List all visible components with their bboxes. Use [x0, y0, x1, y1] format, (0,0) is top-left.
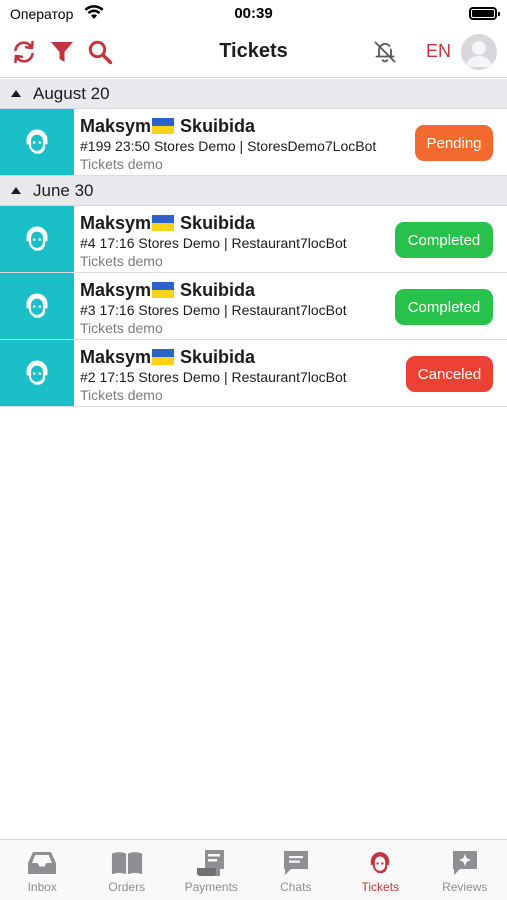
collapse-triangle-icon — [11, 187, 21, 194]
section-title: August 20 — [33, 83, 110, 103]
tab-label: Payments — [184, 880, 238, 894]
tab-chats[interactable]: Chats — [254, 840, 339, 900]
tab-bar: Inbox Orders Payments Chats Tickets Revi… — [0, 839, 507, 900]
language-selector[interactable]: EN — [426, 41, 451, 62]
status-time: 00:39 — [234, 5, 273, 22]
customer-first-name: Maksym — [80, 116, 152, 136]
status-badge[interactable]: Completed — [395, 289, 493, 325]
customer-first-name: Maksym — [80, 213, 152, 233]
tab-label: Tickets — [361, 880, 400, 894]
user-avatar-icon — [466, 41, 492, 67]
ticket-row[interactable]: Maksym Skuibida #2 17:15 Stores Demo | R… — [0, 340, 507, 407]
tab-label: Reviews — [442, 880, 488, 894]
customer-last-name: Skuibida — [180, 347, 256, 367]
tab-payments[interactable]: Payments — [169, 840, 254, 900]
ukraine-flag-icon — [152, 118, 175, 134]
ticket-row[interactable]: Maksym Skuibida #3 17:16 Stores Demo | R… — [0, 273, 507, 340]
ukraine-flag-icon — [152, 215, 175, 231]
bell-off-icon — [374, 41, 396, 63]
tab-label: Inbox — [27, 880, 57, 894]
tickets-list: August 20 Maksym Skuibida #199 23:50 Sto… — [0, 79, 507, 407]
avatar[interactable] — [461, 34, 497, 70]
ticket-type-badge — [0, 340, 74, 406]
receipt-icon — [197, 850, 225, 876]
tickets-screen: Оператор 00:39 Tickets EN August 20 Maks… — [0, 0, 507, 900]
tab-orders[interactable]: Orders — [85, 840, 170, 900]
headset-icon — [371, 852, 390, 874]
tab-label: Chats — [280, 880, 312, 894]
status-badge[interactable]: Pending — [415, 125, 493, 161]
ukraine-flag-icon — [152, 349, 175, 365]
collapse-triangle-icon — [11, 90, 21, 97]
ticket-row[interactable]: Maksym Skuibida #199 23:50 Stores Demo |… — [0, 109, 507, 176]
headset-icon — [26, 129, 48, 154]
status-bar: Оператор 00:39 — [0, 0, 507, 28]
ticket-row[interactable]: Maksym Skuibida #4 17:16 Stores Demo | R… — [0, 206, 507, 273]
headset-icon — [26, 360, 48, 385]
notifications-button[interactable] — [371, 38, 399, 66]
battery-icon — [469, 7, 500, 20]
customer-last-name: Skuibida — [180, 280, 256, 300]
headset-icon — [26, 293, 48, 318]
section-title: June 30 — [33, 180, 94, 200]
tab-tickets[interactable]: Tickets — [338, 840, 423, 900]
book-icon — [111, 852, 142, 875]
customer-last-name: Skuibida — [180, 213, 256, 233]
customer-first-name: Maksym — [80, 280, 152, 300]
navigation-bar: Tickets EN — [0, 28, 507, 78]
section-header-june-30[interactable]: June 30 — [0, 176, 507, 206]
ukraine-flag-icon — [152, 282, 175, 298]
ticket-type-badge — [0, 273, 74, 339]
section-header-august-20[interactable]: August 20 — [0, 79, 507, 109]
customer-last-name: Skuibida — [180, 116, 256, 136]
tab-inbox[interactable]: Inbox — [0, 840, 85, 900]
ticket-type-badge — [0, 109, 74, 175]
customer-first-name: Maksym — [80, 347, 152, 367]
tab-reviews[interactable]: Reviews — [423, 840, 507, 900]
inbox-icon — [28, 852, 57, 874]
star-bubble-icon — [452, 851, 477, 875]
status-badge[interactable]: Completed — [395, 222, 493, 258]
status-badge[interactable]: Canceled — [406, 356, 493, 392]
tab-label: Orders — [108, 880, 146, 894]
ticket-type-badge — [0, 206, 74, 272]
headset-icon — [26, 226, 48, 251]
chat-bubble-icon — [283, 851, 308, 875]
